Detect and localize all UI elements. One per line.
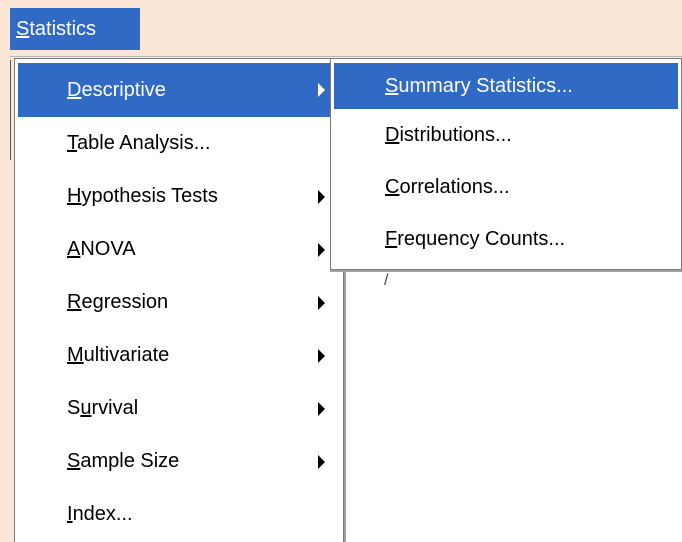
- menu-item-mnemonic: D: [67, 79, 82, 101]
- menu-item-mnemonic: A: [67, 238, 81, 260]
- submenu-item-label: ummary Statistics...: [398, 75, 573, 97]
- menu-item-table-analysis[interactable]: Table Analysis...: [15, 117, 343, 170]
- menu-item-mnemonic: T: [67, 132, 77, 154]
- menu-item-mnemonic: S: [67, 450, 81, 472]
- submenu-item-mnemonic: C: [385, 176, 400, 198]
- menu-item-sample-size[interactable]: Sample Size: [15, 435, 343, 488]
- menu-item-mnemonic: R: [67, 291, 82, 313]
- menu-item-label: NOVA: [80, 238, 136, 260]
- underlying-text-fragment: /: [384, 272, 389, 289]
- submenu-arrow-icon: [318, 83, 325, 97]
- submenu-item-mnemonic: D: [385, 124, 400, 146]
- statistics-menu: Descriptive Table Analysis... Hypothesis…: [14, 58, 344, 542]
- submenu-item-mnemonic: S: [385, 75, 399, 97]
- menu-item-survival[interactable]: Survival: [15, 382, 343, 435]
- submenu-arrow-icon: [318, 401, 325, 416]
- menu-item-label: rvival: [91, 397, 139, 419]
- menu-item-multivariate[interactable]: Multivariate: [15, 329, 343, 382]
- submenu-item-distributions[interactable]: Distributions...: [331, 109, 681, 161]
- menu-item-mnemonic: H: [67, 185, 82, 207]
- menu-item-index[interactable]: Index...: [15, 488, 343, 541]
- submenu-arrow-icon: [318, 189, 325, 204]
- menu-item-anova[interactable]: ANOVA: [15, 223, 343, 276]
- submenu-arrow-icon: [318, 348, 325, 363]
- submenu-item-label: orrelations...: [399, 176, 510, 198]
- submenu-item-summary-statistics[interactable]: Summary Statistics...: [334, 63, 678, 109]
- menu-item-mnemonic: M: [67, 344, 84, 366]
- menu-item-hypothesis-tests[interactable]: Hypothesis Tests: [15, 170, 343, 223]
- menubar-divider: [10, 56, 682, 57]
- submenu-item-correlations[interactable]: Correlations...: [331, 161, 681, 213]
- underlying-window: [340, 270, 682, 542]
- menubar-background: [140, 8, 682, 58]
- submenu-arrow-icon: [318, 242, 325, 257]
- menu-item-label: ndex...: [72, 503, 133, 525]
- menubar-statistics[interactable]: Statistics: [10, 8, 140, 50]
- menu-item-mnemonic: u: [80, 397, 92, 419]
- descriptive-submenu: Summary Statistics... Distributions... C…: [330, 58, 682, 270]
- menubar-statistics-rest: tatistics: [29, 18, 97, 40]
- menu-item-label: ample Size: [80, 450, 180, 472]
- submenu-item-label: istributions...: [399, 124, 512, 146]
- submenu-item-label: requency Counts...: [397, 228, 566, 250]
- menu-item-regression[interactable]: Regression: [15, 276, 343, 329]
- submenu-item-mnemonic: F: [385, 228, 398, 250]
- submenu-item-frequency-counts[interactable]: Frequency Counts...: [331, 213, 681, 265]
- menu-item-label: escriptive: [81, 79, 166, 101]
- menubar-statistics-mnemonic: S: [16, 18, 30, 40]
- menu-item-label-pre: S: [67, 397, 81, 419]
- submenu-arrow-icon: [318, 295, 325, 310]
- menu-item-label: ypothesis Tests: [81, 185, 218, 207]
- menu-item-label: able Analysis...: [77, 132, 211, 154]
- submenu-arrow-icon: [318, 454, 325, 469]
- window-edge: [10, 60, 11, 160]
- menu-item-label: ultivariate: [83, 344, 170, 366]
- menu-item-label: egression: [81, 291, 169, 313]
- menu-item-descriptive[interactable]: Descriptive: [18, 63, 340, 117]
